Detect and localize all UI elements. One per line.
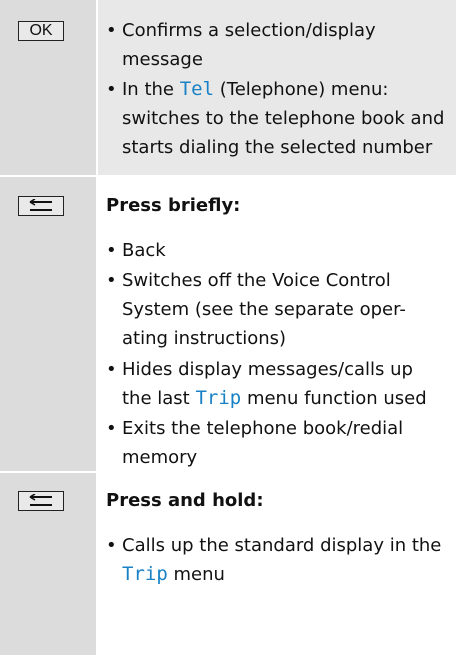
back-arrow-icon — [29, 494, 52, 506]
list-item: • Switches off the Voice Control System … — [106, 270, 406, 349]
press-briefly-heading: Press briefly: — [106, 195, 241, 216]
list-item: • Hides display messages/calls up the la… — [106, 359, 427, 409]
press-and-hold-heading: Press and hold: — [106, 490, 264, 511]
ok-key-label: OK — [29, 22, 53, 39]
list-item: • Confirms a selection/display message — [106, 16, 446, 74]
item-text: Confirms a selection/display message — [122, 20, 376, 70]
row-back-hold: Press and hold: • Calls up the standard … — [0, 473, 456, 655]
list-item: • In the Tel (Telephone) menu: switches … — [106, 78, 445, 158]
list-item: • Calls up the standard display in the T… — [106, 535, 442, 585]
back-arrow-icon — [29, 199, 52, 211]
key-cell — [0, 177, 96, 471]
back-key — [18, 196, 64, 216]
list-item: • Back — [106, 240, 166, 261]
list-item: • Exits the telephone book/redial memory — [106, 418, 404, 468]
row-back-brief: Press briefly: • Back • Switches off the… — [0, 177, 456, 471]
instruction-table: OK • Confirms a selection/display messag… — [0, 0, 456, 655]
menu-name-code: Tel — [179, 78, 215, 100]
back-key — [18, 491, 64, 511]
key-cell — [0, 473, 96, 655]
key-cell: OK — [0, 0, 96, 175]
row-ok: OK • Confirms a selection/display messag… — [0, 0, 456, 175]
menu-name-code: Trip — [195, 387, 242, 409]
menu-name-code: Trip — [122, 563, 168, 585]
ok-key: OK — [18, 21, 64, 41]
